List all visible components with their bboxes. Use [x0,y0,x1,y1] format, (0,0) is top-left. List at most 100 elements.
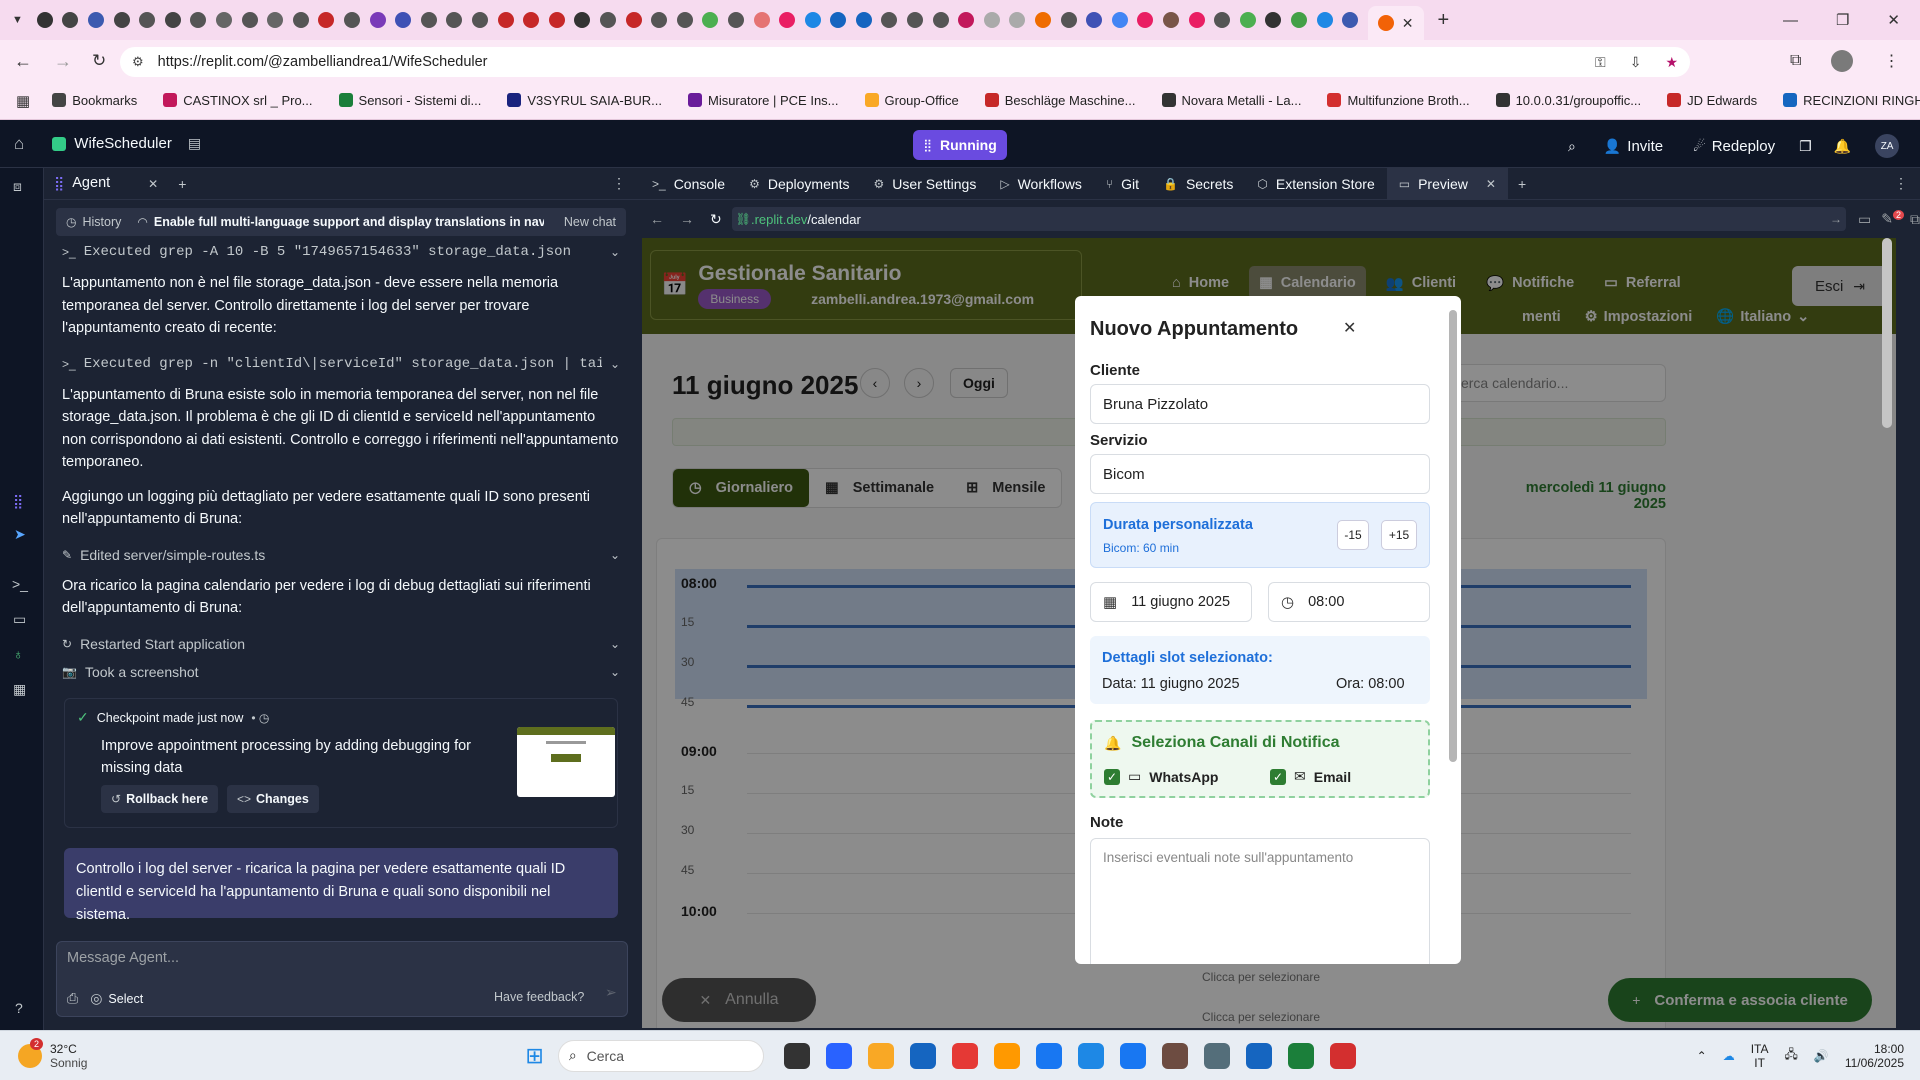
forward-icon[interactable]: → [54,51,72,72]
taskbar-app-icon[interactable] [783,1042,810,1069]
tab-extension-store[interactable]: ⬡ Extension Store [1245,168,1386,200]
agent-action-row[interactable]: 📷 Took a screenshot ⌄ [56,660,626,684]
notes-textarea[interactable]: Inserisci eventuali note sull'appuntamen… [1090,838,1430,964]
bookmark-item[interactable]: Beschläge Maschine... [984,93,1136,108]
service-field[interactable]: Bicom [1090,454,1430,494]
expand-chevron-icon[interactable]: ⌄ [610,637,620,651]
tab-favicon[interactable] [267,12,284,28]
profile-avatar[interactable] [1831,50,1854,72]
bookmark-item[interactable]: Bookmarks [52,93,137,108]
bookmark-item[interactable]: JD Edwards [1667,93,1757,108]
tab-favicon[interactable] [1316,12,1333,28]
tab-favicon[interactable] [574,12,591,28]
rollback-button[interactable]: ↺ Rollback here [101,785,219,813]
redeploy-button[interactable]: Redeploy [1712,138,1775,155]
minimize-icon[interactable]: — [1783,12,1798,29]
new-chat-button[interactable]: New chat [564,215,616,229]
tab-favicon[interactable] [1137,12,1154,28]
agent-action-row[interactable]: ↻ Restarted Start application ⌄ [56,632,626,656]
expand-chevron-icon[interactable]: ⌄ [610,245,620,259]
volume-icon[interactable]: 🔊 [1814,1049,1829,1063]
whatsapp-checkbox[interactable]: ✓ [1104,768,1120,785]
rail-help-icon[interactable]: ? [15,1000,23,1016]
minus-15-button[interactable]: -15 [1337,520,1369,550]
plus-15-button[interactable]: +15 [1381,520,1417,550]
preview-back-icon[interactable]: ← [650,211,664,227]
tab-favicon[interactable] [139,12,156,28]
agent-menu-icon[interactable]: ⋮ [612,175,626,192]
expand-chevron-icon[interactable]: ⌄ [610,357,620,371]
apps-grid-icon[interactable]: ▦ [16,92,30,110]
new-window-icon[interactable]: ⧉ [1910,211,1920,228]
tab-favicon[interactable] [958,12,975,28]
time-field[interactable]: ◷ 08:00 [1268,582,1430,622]
rail-files-icon[interactable]: ⧈ [13,178,22,195]
back-icon[interactable]: ← [14,51,32,72]
tab-favicon[interactable] [523,12,540,28]
rail-tools-icon[interactable]: ➤ [14,526,26,543]
bookmark-item[interactable]: Novara Metalli - La... [1161,93,1301,108]
message-input[interactable]: Message Agent... [67,950,179,966]
client-field[interactable]: Bruna Pizzolato [1090,384,1430,424]
devices-icon[interactable]: ▭ [1858,211,1871,228]
tab-favicon[interactable] [216,12,233,28]
project-name[interactable]: WifeScheduler [74,135,172,152]
tab-favicon[interactable] [548,12,565,28]
onedrive-icon[interactable]: ☁ [1723,1049,1735,1063]
modal-scrollbar[interactable] [1449,310,1457,762]
tab-favicon[interactable] [1239,12,1256,28]
tab-favicon[interactable] [1035,12,1052,28]
tab-favicon[interactable] [881,12,898,28]
tab-favicon[interactable] [190,12,207,28]
taskbar-app-icon[interactable] [993,1042,1020,1069]
bookmark-item[interactable]: Group-Office [864,93,959,108]
tab-favicon[interactable] [1265,12,1282,28]
tab-favicon[interactable] [1163,12,1180,28]
taskbar-app-icon[interactable] [1077,1042,1104,1069]
workspace-layout-icon[interactable]: ▤ [188,135,201,152]
tab-favicon[interactable] [625,12,642,28]
tab-favicon[interactable] [1290,12,1307,28]
expand-chevron-icon[interactable]: ⌄ [610,548,620,562]
bookmark-item[interactable]: Multifunzione Broth... [1327,93,1470,108]
close-tab-icon[interactable]: ✕ [1402,15,1414,32]
tab-favicon[interactable] [1188,12,1205,28]
tab-favicon[interactable] [727,12,744,28]
taskbar-app-icon[interactable] [1287,1042,1314,1069]
tab-git[interactable]: ⑂ Git [1094,168,1151,200]
run-button[interactable]: ⣿ Running [913,130,1007,160]
notifications-icon[interactable]: 🔔 [1834,138,1851,155]
history-button[interactable]: History [82,215,121,229]
clock-time[interactable]: 18:00 [1845,1042,1904,1056]
add-workspace-tab-icon[interactable]: + [1518,176,1526,192]
tab-favicon[interactable] [932,12,949,28]
copy-icon[interactable]: ❐ [1799,138,1812,155]
tab-favicon[interactable] [88,12,105,28]
tab-favicon[interactable] [983,12,1000,28]
home-icon[interactable]: ⌂ [14,134,24,154]
email-checkbox[interactable]: ✓ [1270,768,1286,785]
bookmark-item[interactable]: Sensori - Sistemi di... [338,93,481,108]
tab-favicon[interactable] [1009,12,1026,28]
preview-forward-icon[interactable]: → [680,211,694,227]
tab-favicon[interactable] [36,12,53,28]
tab-favicon[interactable] [599,12,616,28]
network-icon[interactable]: 🖧 [1784,1045,1797,1066]
window-close-icon[interactable]: ✕ [1887,11,1900,29]
checkpoint-thumbnail[interactable] [517,727,615,797]
taskbar-app-icon[interactable] [825,1042,852,1069]
tab-favicon[interactable] [164,12,181,28]
tab-favicon[interactable] [318,12,335,28]
rail-apps-icon[interactable]: ▦ [13,681,26,698]
tab-favicon[interactable] [702,12,719,28]
close-agent-tab-icon[interactable]: ✕ [148,177,158,191]
search-icon[interactable]: ⌕ [1568,138,1576,155]
tab-workflows[interactable]: ▷ Workflows [988,168,1094,200]
preview-url-bar[interactable]: ⛓ .replit.dev /calendar → [731,207,1847,231]
attach-icon[interactable]: ⎙ [67,990,78,1007]
tab-favicon[interactable] [779,12,796,28]
taskbar-app-icon[interactable] [1329,1042,1356,1069]
tab-preview[interactable]: ▭ Preview ✕ [1386,167,1508,200]
tab-favicon[interactable] [113,12,130,28]
tab-favicon[interactable] [1086,12,1103,28]
